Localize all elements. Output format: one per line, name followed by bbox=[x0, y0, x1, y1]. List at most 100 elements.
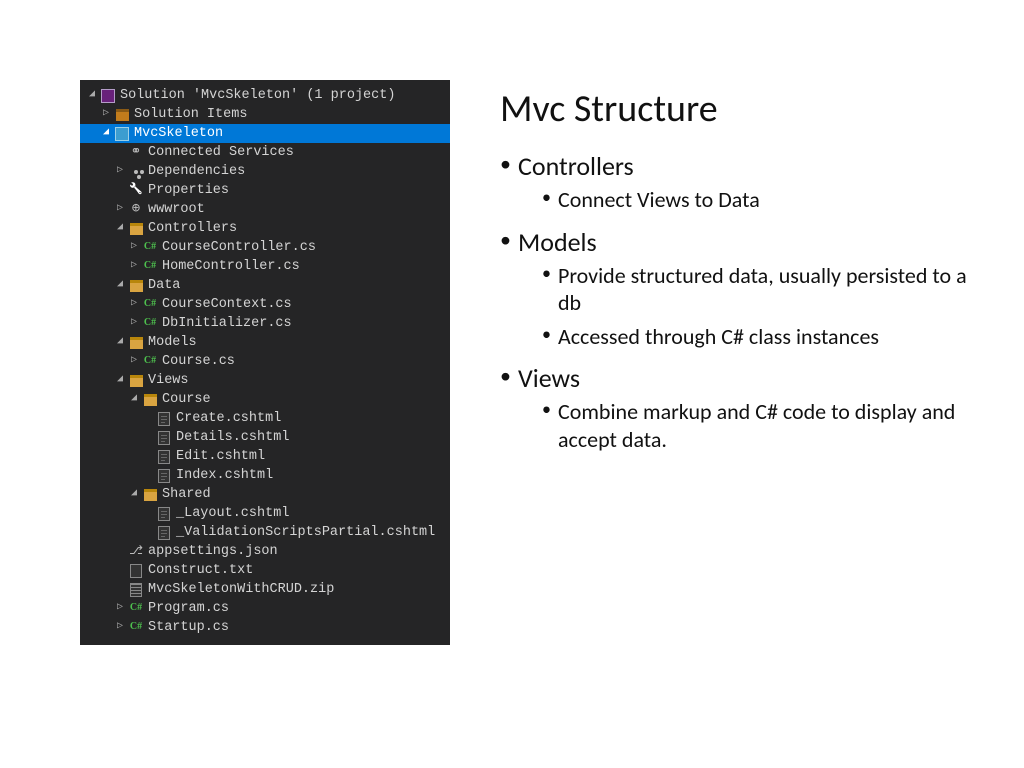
tree-item[interactable]: ◢Models bbox=[80, 333, 450, 352]
tree-item[interactable]: ◢ Course bbox=[80, 390, 450, 409]
tree-item[interactable]: ▷ HomeController.cs bbox=[80, 257, 450, 276]
tree-item-label: Edit.cshtml bbox=[176, 447, 265, 467]
expander-icon[interactable]: ◢ bbox=[114, 221, 126, 236]
tree-item-label: _Layout.cshtml bbox=[176, 504, 289, 524]
tree-item[interactable]: ▷ CourseController.cs bbox=[80, 238, 450, 257]
expander-icon[interactable]: ◢ bbox=[100, 126, 112, 141]
tree-item-label: Properties bbox=[148, 181, 229, 201]
cs-icon bbox=[128, 601, 144, 617]
tree-item-label: appsettings.json bbox=[148, 542, 278, 562]
tree-item-label: wwwroot bbox=[148, 200, 205, 220]
cs-icon bbox=[142, 297, 158, 313]
cs-icon bbox=[142, 354, 158, 370]
tree-item[interactable]: ▷CourseContext.cs bbox=[80, 295, 450, 314]
tree-item[interactable]: Properties bbox=[80, 181, 450, 200]
tree-item[interactable]: ◢Controllers bbox=[80, 219, 450, 238]
tree-item[interactable]: ▷ wwwroot bbox=[80, 200, 450, 219]
tree-item[interactable]: Create.cshtml bbox=[80, 409, 450, 428]
expander-icon[interactable]: ▷ bbox=[128, 316, 140, 331]
tree-item-label: Startup.cs bbox=[148, 618, 229, 638]
expander-icon[interactable]: ▷ bbox=[114, 164, 126, 179]
text-column: Mvc Structure ControllersConnect Views t… bbox=[500, 80, 984, 645]
tree-item-label: Dependencies bbox=[148, 162, 245, 182]
bullet-item: ControllersConnect Views to Data bbox=[500, 150, 984, 214]
folder-sol-icon bbox=[114, 107, 130, 123]
tree-item[interactable]: ◢ MvcSkeleton bbox=[80, 124, 450, 143]
tree-item-label: Views bbox=[148, 371, 189, 391]
tree-item[interactable]: Connected Services bbox=[80, 143, 450, 162]
sub-bullet-item: Combine markup and C# code to display an… bbox=[518, 398, 984, 453]
tree-item[interactable]: ▷ Startup.cs bbox=[80, 618, 450, 637]
cshtml-icon bbox=[156, 468, 172, 484]
tree-item-label: CourseController.cs bbox=[162, 238, 316, 258]
expander-icon[interactable]: ▷ bbox=[100, 107, 112, 122]
tree-item-label: Construct.txt bbox=[148, 561, 253, 581]
tree-item[interactable]: ▷Program.cs bbox=[80, 599, 450, 618]
sub-bullet-list: Connect Views to Data bbox=[518, 186, 984, 214]
cshtml-icon bbox=[156, 430, 172, 446]
tree-item-label: MvcSkeleton bbox=[134, 124, 223, 144]
folder-icon bbox=[142, 392, 158, 408]
tree-item[interactable]: ◢ Data bbox=[80, 276, 450, 295]
tree-item-label: Connected Services bbox=[148, 143, 294, 163]
folder-icon bbox=[128, 373, 144, 389]
cshtml-icon bbox=[156, 411, 172, 427]
sub-bullet-item: Connect Views to Data bbox=[518, 186, 984, 214]
zip-icon bbox=[128, 582, 144, 598]
cs-icon bbox=[142, 316, 158, 332]
expander-icon[interactable]: ▷ bbox=[128, 297, 140, 312]
globe-icon bbox=[128, 202, 144, 218]
expander-icon[interactable]: ▷ bbox=[128, 354, 140, 369]
expander-icon[interactable]: ◢ bbox=[86, 88, 98, 103]
tree-item[interactable]: Index.cshtml bbox=[80, 466, 450, 485]
expander-icon[interactable]: ▷ bbox=[114, 601, 126, 616]
tree-item-label: Data bbox=[148, 276, 180, 296]
tree-item-label: Index.cshtml bbox=[176, 466, 273, 486]
tree-item-label: Details.cshtml bbox=[176, 428, 289, 448]
tree-item[interactable]: ▷ Dependencies bbox=[80, 162, 450, 181]
tree-item-label: Shared bbox=[162, 485, 211, 505]
slide-title: Mvc Structure bbox=[500, 86, 984, 132]
folder-icon bbox=[142, 487, 158, 503]
tree-item[interactable]: MvcSkeletonWithCRUD.zip bbox=[80, 580, 450, 599]
tree-item[interactable]: _Layout.cshtml bbox=[80, 504, 450, 523]
bullet-label: Models bbox=[518, 226, 597, 258]
folder-icon bbox=[128, 221, 144, 237]
tree-item[interactable]: Construct.txt bbox=[80, 561, 450, 580]
tree-item[interactable]: ▷ Solution Items bbox=[80, 105, 450, 124]
wrench-icon bbox=[128, 183, 144, 199]
tree-item[interactable]: appsettings.json bbox=[80, 542, 450, 561]
expander-icon[interactable]: ◢ bbox=[114, 335, 126, 350]
tree-item-label: Create.cshtml bbox=[176, 409, 281, 429]
sln-icon bbox=[100, 88, 116, 104]
tree-item-label: _ValidationScriptsPartial.cshtml bbox=[176, 523, 435, 543]
cshtml-icon bbox=[156, 449, 172, 465]
expander-icon[interactable]: ◢ bbox=[114, 373, 126, 388]
tree-item-label: HomeController.cs bbox=[162, 257, 300, 277]
tree-item[interactable]: ▷ Course.cs bbox=[80, 352, 450, 371]
tree-item[interactable]: ◢ Solution 'MvcSkeleton' (1 project) bbox=[80, 86, 450, 105]
expander-icon[interactable]: ▷ bbox=[128, 259, 140, 274]
tree-item[interactable]: Details.cshtml bbox=[80, 428, 450, 447]
tree-item[interactable]: ◢ Shared bbox=[80, 485, 450, 504]
bullet-item: ModelsProvide structured data, usually p… bbox=[500, 226, 984, 351]
bullet-item: Views Combine markup and C# code to displ… bbox=[500, 362, 984, 453]
tree-item[interactable]: ▷DbInitializer.cs bbox=[80, 314, 450, 333]
expander-icon[interactable]: ◢ bbox=[128, 487, 140, 502]
tree-item[interactable]: _ValidationScriptsPartial.cshtml bbox=[80, 523, 450, 542]
bullet-label: Views bbox=[518, 362, 580, 394]
expander-icon[interactable]: ▷ bbox=[114, 620, 126, 635]
expander-icon[interactable]: ▷ bbox=[114, 202, 126, 217]
cs-icon bbox=[128, 620, 144, 636]
tree-item-label: Course.cs bbox=[162, 352, 235, 372]
tree-item[interactable]: Edit.cshtml bbox=[80, 447, 450, 466]
tree-item[interactable]: ◢ Views bbox=[80, 371, 450, 390]
expander-icon[interactable]: ◢ bbox=[128, 392, 140, 407]
tree-item-label: Solution Items bbox=[134, 105, 247, 125]
expander-icon[interactable]: ▷ bbox=[128, 240, 140, 255]
expander-icon[interactable]: ◢ bbox=[114, 278, 126, 293]
tree-item-label: Course bbox=[162, 390, 211, 410]
slide: ◢ Solution 'MvcSkeleton' (1 project) ▷ Solu… bbox=[0, 0, 1024, 685]
cshtml-icon bbox=[156, 506, 172, 522]
tree-item-label: Solution 'MvcSkeleton' (1 project) bbox=[120, 86, 395, 106]
